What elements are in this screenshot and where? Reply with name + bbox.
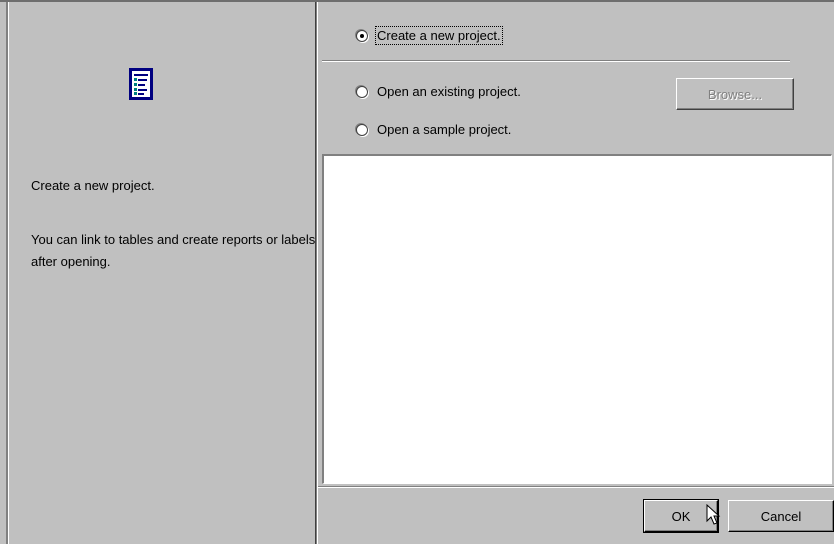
option-create-new-label[interactable]: Create a new project. — [375, 26, 503, 45]
description-panel: Create a new project. You can link to ta… — [9, 2, 315, 544]
project-document-icon — [129, 68, 153, 100]
mouse-pointer-icon — [706, 504, 721, 525]
browse-button[interactable]: Browse... — [676, 78, 794, 110]
option-open-existing-label[interactable]: Open an existing project. — [377, 84, 521, 99]
new-project-dialog: Create a new project. You can link to ta… — [0, 0, 834, 544]
description-title: Create a new project. — [31, 178, 155, 193]
radio-create-new[interactable] — [356, 29, 368, 42]
cancel-button[interactable]: Cancel — [728, 500, 834, 532]
option-separator-highlight — [322, 61, 790, 62]
button-separator-highlight — [318, 487, 834, 488]
option-open-existing[interactable]: Open an existing project. — [356, 84, 521, 99]
option-open-sample-label[interactable]: Open a sample project. — [377, 122, 511, 137]
description-body: You can link to tables and create report… — [31, 232, 316, 269]
radio-open-sample[interactable] — [356, 123, 368, 136]
option-create-new[interactable]: Create a new project. — [356, 26, 503, 45]
project-list[interactable] — [322, 154, 832, 484]
radio-open-existing[interactable] — [356, 85, 368, 98]
options-panel: Create a new project. Open an existing p… — [318, 2, 834, 544]
option-open-sample[interactable]: Open a sample project. — [356, 122, 511, 137]
